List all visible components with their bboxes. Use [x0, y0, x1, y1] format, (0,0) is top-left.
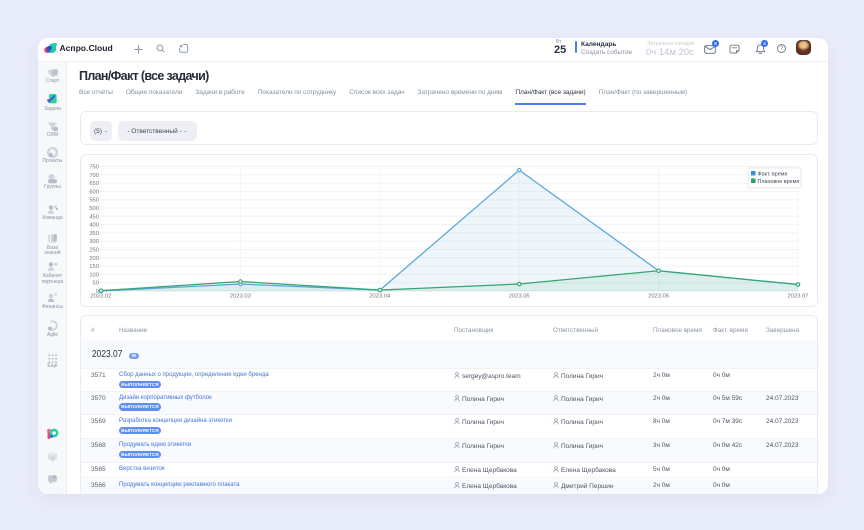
svg-text:100: 100 — [89, 272, 99, 278]
svg-text:2023.05: 2023.05 — [509, 294, 530, 300]
svg-text:350: 350 — [89, 231, 99, 237]
svg-text:250: 250 — [89, 248, 99, 254]
svg-text:Факт. время: Факт. время — [758, 172, 788, 178]
svg-text:2023.06: 2023.06 — [648, 294, 669, 300]
svg-text:150: 150 — [89, 264, 99, 270]
svg-text:Плановое время: Плановое время — [758, 179, 800, 185]
svg-text:2023.03: 2023.03 — [230, 294, 251, 300]
svg-text:650: 650 — [89, 181, 99, 187]
svg-text:400: 400 — [89, 223, 99, 229]
svg-text:550: 550 — [89, 198, 99, 204]
svg-text:2023.02: 2023.02 — [91, 294, 112, 300]
svg-text:700: 700 — [89, 173, 99, 179]
svg-text:300: 300 — [89, 239, 99, 245]
svg-text:2023.07: 2023.07 — [788, 294, 809, 300]
svg-text:200: 200 — [89, 256, 99, 262]
svg-text:750: 750 — [89, 165, 99, 171]
svg-text:50: 50 — [93, 281, 99, 287]
svg-text:2023.04: 2023.04 — [369, 294, 391, 300]
svg-text:450: 450 — [89, 214, 99, 220]
svg-text:600: 600 — [89, 189, 99, 195]
svg-text:500: 500 — [89, 206, 99, 212]
